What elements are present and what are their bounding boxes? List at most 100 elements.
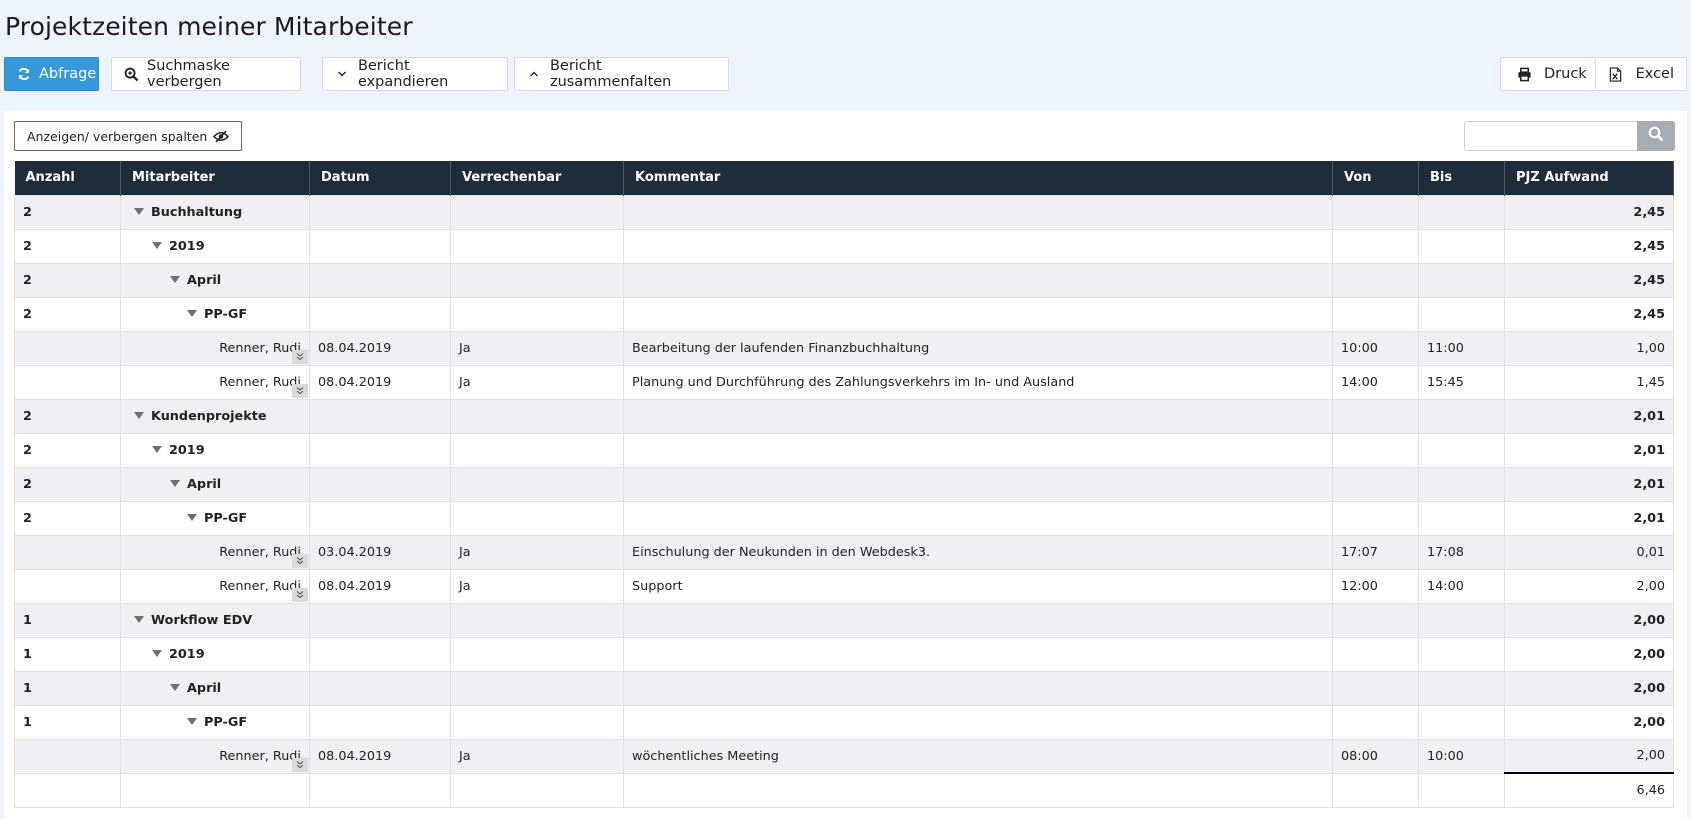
cell-verrechenbar bbox=[450, 432, 624, 468]
cell-von bbox=[1332, 432, 1419, 468]
toggle-columns-button[interactable]: Anzeigen/ verbergen spalten bbox=[14, 121, 243, 151]
table-row: Renner, Rudi 08.04.2019 Ja Support 12:00 14:0… bbox=[14, 568, 1674, 604]
cell-aufwand: 2,45 bbox=[1504, 262, 1674, 298]
search-icon bbox=[1648, 126, 1664, 146]
cell-verrechenbar: Ja bbox=[450, 364, 624, 400]
collapse-triangle-icon[interactable] bbox=[170, 683, 180, 691]
group-row[interactable]: 2 Buchhaltung 2,45 bbox=[14, 194, 1674, 230]
expand-details-icon[interactable] bbox=[292, 587, 308, 602]
cell-bis bbox=[1418, 296, 1505, 332]
hide-search-mask-button[interactable]: Suchmaske verbergen bbox=[111, 57, 301, 91]
cell-group-label[interactable]: 2019 bbox=[120, 432, 310, 468]
cell-aufwand: 2,01 bbox=[1504, 398, 1674, 434]
cell-von bbox=[1332, 636, 1419, 672]
cell-von: 17:07 bbox=[1332, 534, 1419, 570]
toggle-columns-label: Anzeigen/ verbergen spalten bbox=[27, 128, 208, 144]
group-row[interactable]: 2 PP-GF 2,01 bbox=[14, 500, 1674, 536]
column-header-datum[interactable]: Datum bbox=[309, 161, 451, 195]
cell-group-label[interactable]: PP-GF bbox=[120, 500, 310, 536]
cell-anzahl: 2 bbox=[14, 432, 121, 468]
cell-bis: 10:00 bbox=[1418, 738, 1505, 774]
table-row: Renner, Rudi 08.04.2019 Ja Bearbeitung der … bbox=[14, 330, 1674, 366]
cell-datum bbox=[309, 704, 451, 740]
column-header-kommentar[interactable]: Kommentar bbox=[623, 161, 1333, 195]
cell-kommentar bbox=[623, 262, 1333, 298]
cell-anzahl: 1 bbox=[14, 670, 121, 706]
group-row[interactable]: 1 2019 2,00 bbox=[14, 636, 1674, 672]
cell-von bbox=[1332, 466, 1419, 502]
excel-button[interactable]: Excel bbox=[1595, 57, 1687, 91]
group-row[interactable]: 1 April 2,00 bbox=[14, 670, 1674, 706]
expand-details-icon[interactable] bbox=[292, 553, 308, 568]
print-button[interactable]: Druck bbox=[1500, 57, 1596, 91]
cell-empty bbox=[1418, 772, 1505, 808]
collapse-triangle-icon[interactable] bbox=[134, 411, 144, 419]
cell-group-label[interactable]: Workflow EDV bbox=[120, 602, 310, 638]
cell-datum: 08.04.2019 bbox=[309, 330, 451, 366]
collapse-triangle-icon[interactable] bbox=[187, 717, 197, 725]
cell-bis bbox=[1418, 398, 1505, 434]
cell-group-label[interactable]: April bbox=[120, 670, 310, 706]
total-aufwand: 6,46 bbox=[1504, 772, 1674, 808]
column-header-bis[interactable]: Bis bbox=[1418, 161, 1505, 195]
cell-group-label[interactable]: 2019 bbox=[120, 228, 310, 264]
column-header-pjz-aufwand[interactable]: PJZ Aufwand bbox=[1504, 161, 1674, 195]
collapse-triangle-icon[interactable] bbox=[187, 309, 197, 317]
group-row[interactable]: 2 2019 2,01 bbox=[14, 432, 1674, 468]
collapse-triangle-icon[interactable] bbox=[152, 445, 162, 453]
cell-group-label[interactable]: Kundenprojekte bbox=[120, 398, 310, 434]
zoom-search-icon bbox=[124, 66, 139, 82]
cell-empty bbox=[309, 772, 451, 808]
column-header-von[interactable]: Von bbox=[1332, 161, 1419, 195]
group-row[interactable]: 1 Workflow EDV 2,00 bbox=[14, 602, 1674, 638]
cell-verrechenbar bbox=[450, 466, 624, 502]
page-title: Projektzeiten meiner Mitarbeiter bbox=[5, 12, 413, 41]
cell-aufwand: 2,00 bbox=[1504, 670, 1674, 706]
collapse-triangle-icon[interactable] bbox=[170, 275, 180, 283]
cell-datum bbox=[309, 636, 451, 672]
cell-group-label[interactable]: April bbox=[120, 262, 310, 298]
expand-report-button[interactable]: Bericht expandieren bbox=[322, 57, 508, 91]
collapse-triangle-icon[interactable] bbox=[152, 649, 162, 657]
cell-bis: 15:45 bbox=[1418, 364, 1505, 400]
collapse-report-button[interactable]: Bericht zusammenfalten bbox=[514, 57, 729, 91]
cell-kommentar bbox=[623, 500, 1333, 536]
cell-datum bbox=[309, 296, 451, 332]
cell-bis bbox=[1418, 262, 1505, 298]
group-row[interactable]: 2 Kundenprojekte 2,01 bbox=[14, 398, 1674, 434]
column-header-mitarbeiter[interactable]: Mitarbeiter bbox=[120, 161, 310, 195]
cell-datum bbox=[309, 194, 451, 230]
collapse-triangle-icon[interactable] bbox=[170, 479, 180, 487]
cell-bis: 17:08 bbox=[1418, 534, 1505, 570]
column-header-verrechenbar[interactable]: Verrechenbar bbox=[450, 161, 624, 195]
group-row[interactable]: 2 April 2,01 bbox=[14, 466, 1674, 502]
search-button[interactable] bbox=[1637, 121, 1675, 151]
cell-von: 14:00 bbox=[1332, 364, 1419, 400]
cell-group-label[interactable]: April bbox=[120, 466, 310, 502]
cell-kommentar: Planung und Durchführung des Zahlungsver… bbox=[623, 364, 1333, 400]
expand-details-icon[interactable] bbox=[292, 349, 308, 364]
column-header-anzahl[interactable]: Anzahl bbox=[14, 161, 121, 195]
group-row[interactable]: 2 April 2,45 bbox=[14, 262, 1674, 298]
cell-group-label[interactable]: PP-GF bbox=[120, 296, 310, 332]
expand-details-icon[interactable] bbox=[292, 383, 308, 398]
collapse-triangle-icon[interactable] bbox=[152, 241, 162, 249]
collapse-triangle-icon[interactable] bbox=[187, 513, 197, 521]
group-label: PP-GF bbox=[204, 510, 248, 526]
group-row[interactable]: 2 PP-GF 2,45 bbox=[14, 296, 1674, 332]
cell-group-label[interactable]: 2019 bbox=[120, 636, 310, 672]
group-row[interactable]: 2 2019 2,45 bbox=[14, 228, 1674, 264]
cell-group-label[interactable]: PP-GF bbox=[120, 704, 310, 740]
group-label: Buchhaltung bbox=[151, 204, 243, 220]
cell-group-label[interactable]: Buchhaltung bbox=[120, 194, 310, 230]
group-row[interactable]: 1 PP-GF 2,00 bbox=[14, 704, 1674, 740]
collapse-triangle-icon[interactable] bbox=[134, 615, 144, 623]
cell-verrechenbar bbox=[450, 398, 624, 434]
cell-von: 10:00 bbox=[1332, 330, 1419, 366]
collapse-triangle-icon[interactable] bbox=[134, 207, 144, 215]
cell-aufwand: 2,45 bbox=[1504, 228, 1674, 264]
expand-details-icon[interactable] bbox=[292, 757, 308, 772]
search-input[interactable] bbox=[1464, 121, 1638, 151]
abfrage-button[interactable]: Abfrage bbox=[4, 57, 99, 91]
cell-empty bbox=[1332, 772, 1419, 808]
